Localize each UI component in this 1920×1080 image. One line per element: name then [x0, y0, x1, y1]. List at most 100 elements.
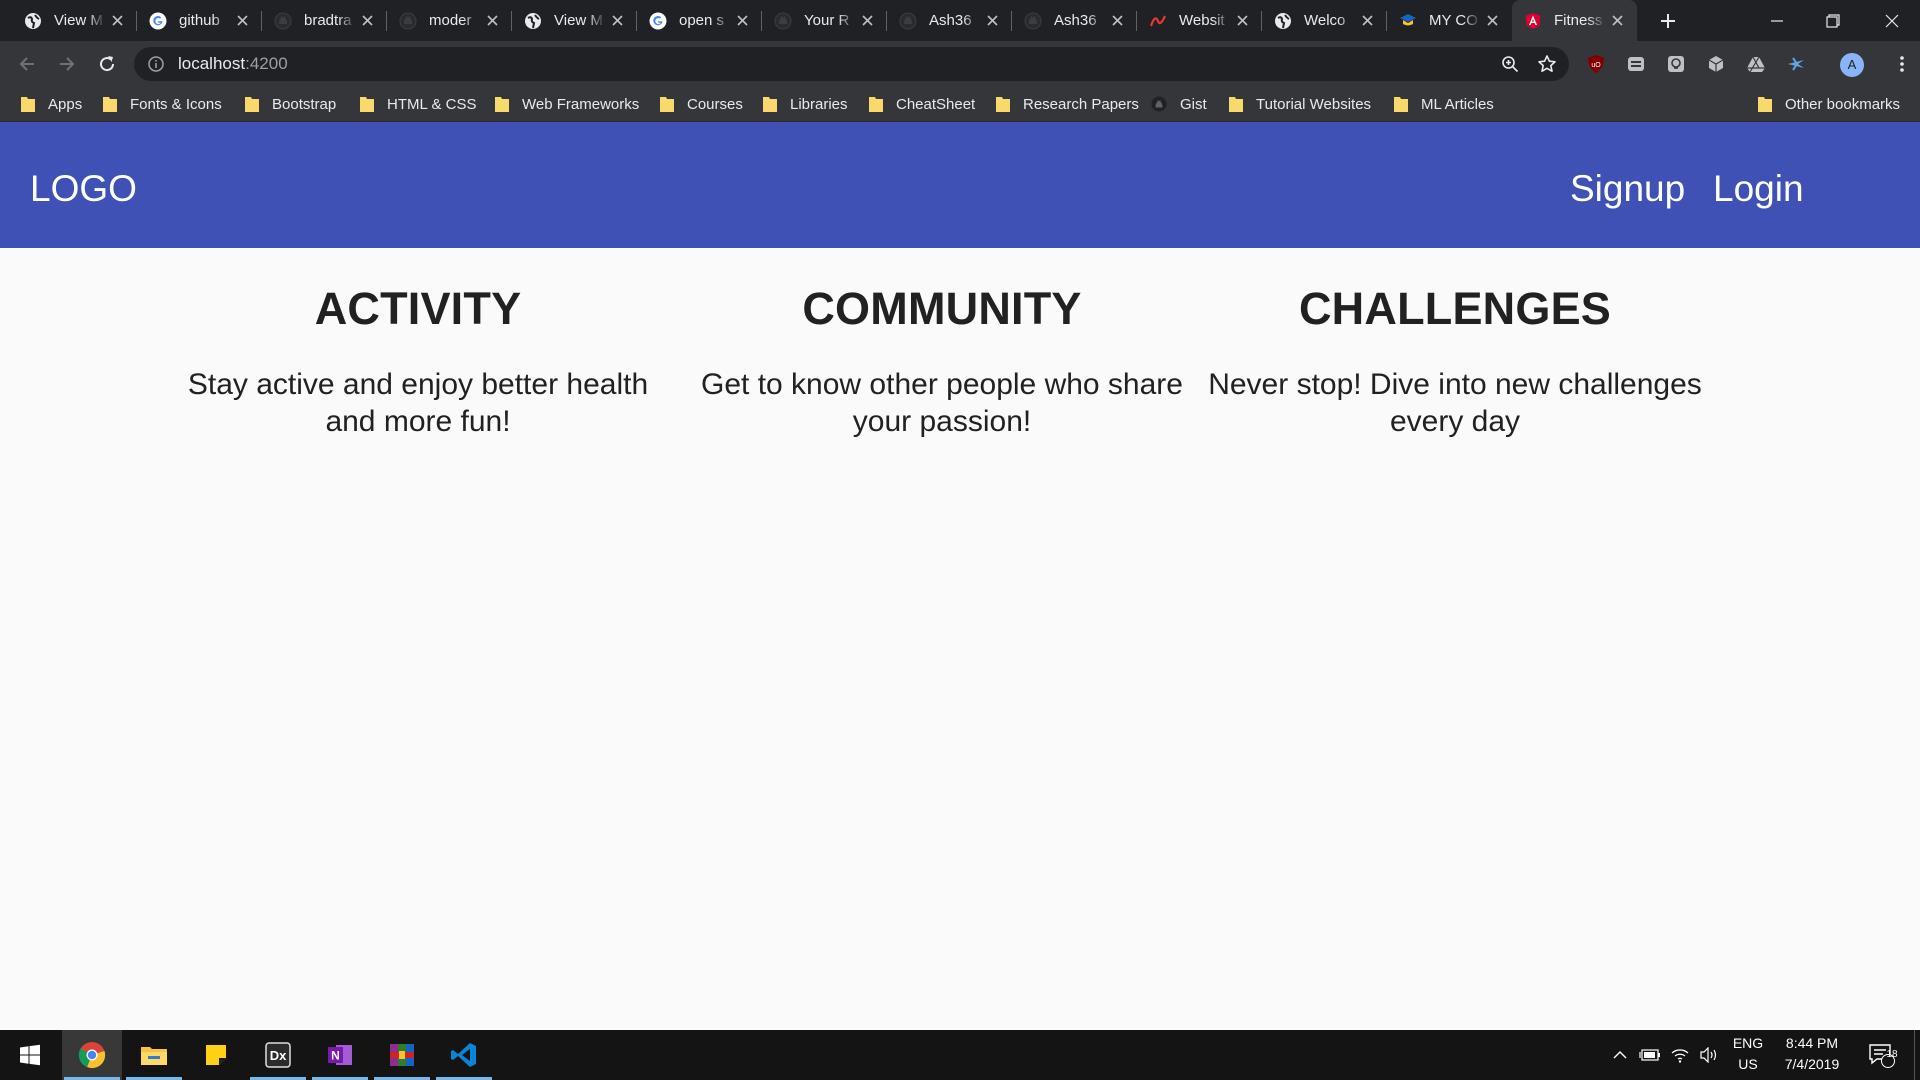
browser-tab-active[interactable]: Fitness — [1512, 0, 1637, 41]
onenote-icon[interactable]: N — [310, 1030, 370, 1080]
close-tab-icon[interactable] — [1235, 13, 1250, 28]
minimize-button[interactable] — [1749, 0, 1805, 41]
browser-tab[interactable]: bradtra — [262, 0, 387, 41]
signup-link[interactable]: Signup — [1570, 122, 1685, 256]
bookmark-courses[interactable]: Courses — [660, 87, 743, 121]
back-button[interactable] — [11, 48, 43, 80]
close-tab-icon[interactable] — [1610, 13, 1625, 28]
tab-title: Ash36 — [929, 12, 972, 29]
region-code: US — [1738, 1056, 1758, 1072]
tab-title: open s — [679, 12, 725, 29]
profile-avatar[interactable]: A — [1840, 53, 1864, 77]
bookmark-gist[interactable]: Gist — [1151, 87, 1207, 121]
tab-title: Fitness — [1554, 12, 1603, 29]
dx-app-icon[interactable]: Dx — [248, 1030, 308, 1080]
folder-icon — [869, 97, 883, 112]
browser-tab[interactable]: open s — [637, 0, 762, 41]
feature-description: Get to know other people who share your … — [701, 368, 1183, 438]
info-icon[interactable] — [148, 56, 164, 72]
bookmark-label: Fonts & Icons — [130, 95, 222, 113]
logo[interactable]: LOGO — [30, 122, 137, 256]
action-center-button[interactable]: 18 — [1866, 1030, 1898, 1080]
close-tab-icon[interactable] — [1485, 13, 1500, 28]
browser-toolbar: localhost:4200 uO — [0, 41, 1920, 87]
browser-tab[interactable]: github — [137, 0, 262, 41]
bookmark-label: CheatSheet — [896, 95, 976, 113]
browser-tab-strip: View M github bradtra moder View M open … — [0, 0, 1920, 41]
close-tab-icon[interactable] — [485, 13, 500, 28]
github-icon — [399, 12, 417, 30]
browser-tab[interactable]: View M — [512, 0, 637, 41]
tab-list: View M github bradtra moder View M open … — [12, 0, 1637, 41]
chrome-icon[interactable] — [62, 1030, 122, 1080]
bookmarks-bar: Apps Fonts & Icons Bootstrap HTML & CSS … — [0, 87, 1920, 122]
bookmark-bootstrap[interactable]: Bootstrap — [245, 87, 336, 121]
bookmark-label: Courses — [687, 95, 743, 113]
bookmark-libraries[interactable]: Libraries — [763, 87, 848, 121]
bookmark-cheatsheet[interactable]: CheatSheet — [869, 87, 975, 121]
ublock-extension-icon[interactable]: uO — [1585, 53, 1607, 75]
vscode-icon[interactable] — [434, 1030, 494, 1080]
bookmark-label: Gist — [1180, 95, 1207, 113]
browser-tab[interactable]: Ash36 — [1012, 0, 1137, 41]
drive-extension-icon[interactable] — [1745, 53, 1767, 75]
globe-icon — [24, 12, 42, 30]
menu-kebab-icon[interactable] — [1891, 53, 1913, 75]
extension-icon[interactable] — [1625, 53, 1647, 75]
close-window-button[interactable] — [1864, 0, 1920, 41]
file-explorer-icon[interactable] — [124, 1030, 184, 1080]
input-language[interactable]: ENG US — [1728, 1033, 1768, 1075]
plane-extension-icon[interactable] — [1785, 53, 1807, 75]
browser-tab[interactable]: MY CO — [1387, 0, 1512, 41]
winrar-icon[interactable] — [372, 1030, 432, 1080]
bookmark-label: ML Articles — [1421, 95, 1494, 113]
browser-tab[interactable]: Websit — [1137, 0, 1262, 41]
bookmark-research-papers[interactable]: Research Papers — [996, 87, 1139, 121]
clock[interactable]: 8:44 PM 7/4/2019 — [1772, 1033, 1852, 1075]
bookmark-label: Research Papers — [1023, 95, 1139, 113]
close-tab-icon[interactable] — [985, 13, 1000, 28]
close-tab-icon[interactable] — [1360, 13, 1375, 28]
other-bookmarks[interactable]: Other bookmarks — [1758, 87, 1900, 121]
close-tab-icon[interactable] — [1110, 13, 1125, 28]
close-tab-icon[interactable] — [110, 13, 125, 28]
windows-start-icon[interactable] — [0, 1030, 60, 1080]
bookmark-star-icon[interactable] — [1537, 54, 1557, 74]
reload-button[interactable] — [91, 48, 123, 80]
browser-tab[interactable]: moder — [387, 0, 512, 41]
browser-tab[interactable]: Welco — [1262, 0, 1387, 41]
sticky-notes-icon[interactable] — [186, 1030, 246, 1080]
browser-tab[interactable]: Ash36 — [887, 0, 1012, 41]
bookmark-apps[interactable]: Apps — [21, 87, 82, 121]
tab-title: Websit — [1179, 12, 1225, 29]
show-hidden-icons[interactable] — [1609, 1030, 1631, 1080]
close-tab-icon[interactable] — [610, 13, 625, 28]
folder-icon — [1394, 97, 1408, 112]
bookmark-tutorial-websites[interactable]: Tutorial Websites — [1229, 87, 1371, 121]
bookmark-web-frameworks[interactable]: Web Frameworks — [495, 87, 639, 121]
browser-tab[interactable]: Your R — [762, 0, 887, 41]
close-tab-icon[interactable] — [235, 13, 250, 28]
close-tab-icon[interactable] — [735, 13, 750, 28]
bookmark-fonts-icons[interactable]: Fonts & Icons — [103, 87, 222, 121]
lightbulb-extension-icon[interactable] — [1665, 53, 1687, 75]
new-tab-button[interactable] — [1655, 8, 1681, 34]
cube-extension-icon[interactable] — [1705, 53, 1727, 75]
volume-icon[interactable] — [1697, 1030, 1721, 1080]
url-text[interactable]: localhost:4200 — [178, 47, 288, 81]
wifi-icon[interactable] — [1668, 1030, 1692, 1080]
bookmark-html-css[interactable]: HTML & CSS — [360, 87, 476, 121]
show-desktop-button[interactable] — [1914, 1030, 1920, 1080]
login-link[interactable]: Login — [1713, 122, 1804, 256]
google-icon — [649, 12, 667, 30]
battery-icon[interactable] — [1638, 1030, 1662, 1080]
folder-icon — [1758, 97, 1772, 112]
browser-tab[interactable]: View M — [12, 0, 137, 41]
zoom-icon[interactable] — [1501, 55, 1519, 73]
close-tab-icon[interactable] — [360, 13, 375, 28]
forward-button[interactable] — [51, 48, 83, 80]
close-tab-icon[interactable] — [860, 13, 875, 28]
restore-button[interactable] — [1805, 0, 1861, 41]
bookmark-ml-articles[interactable]: ML Articles — [1394, 87, 1494, 121]
address-bar[interactable]: localhost:4200 — [134, 47, 1569, 81]
